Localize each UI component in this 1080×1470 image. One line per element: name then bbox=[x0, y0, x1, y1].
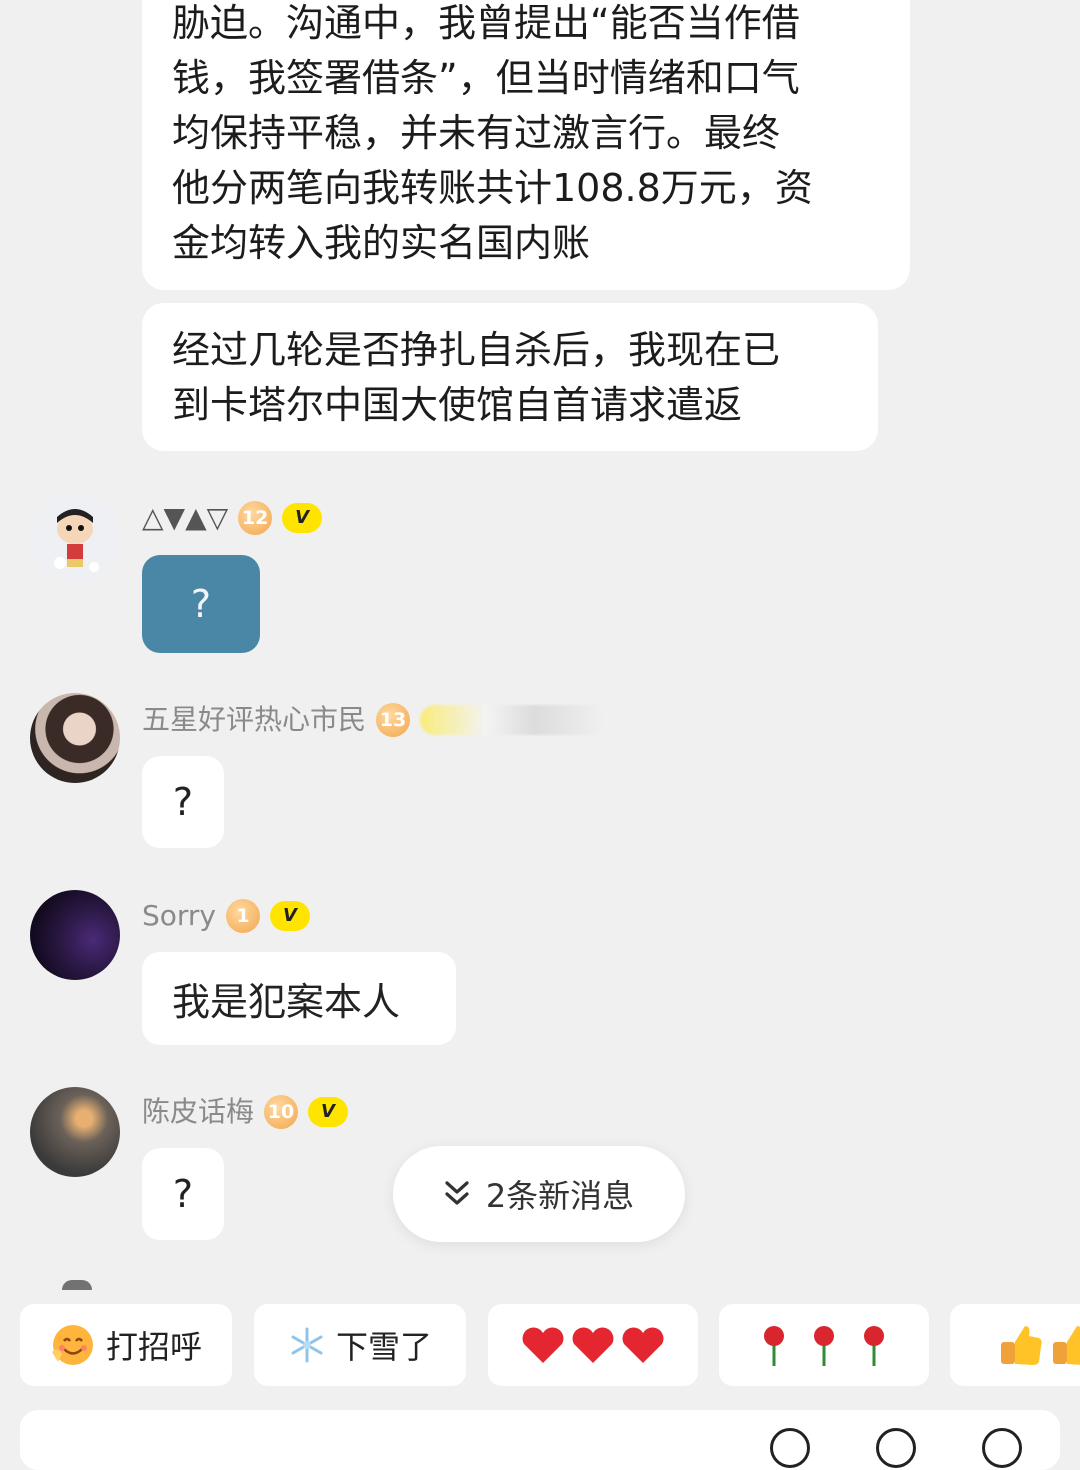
snowflake-emoji-icon bbox=[291, 1327, 323, 1363]
avatar[interactable] bbox=[30, 890, 120, 980]
level-badge: 12 bbox=[238, 501, 273, 535]
avatar[interactable] bbox=[30, 1087, 120, 1177]
level-badge: 10 bbox=[264, 1095, 299, 1129]
new-messages-button[interactable]: 2条新消息 bbox=[393, 1146, 685, 1242]
username[interactable]: △▼▲▽ bbox=[142, 498, 228, 538]
quick-reply-hearts[interactable] bbox=[488, 1304, 698, 1386]
chat-area[interactable]: 胁迫。沟通中，我曾提出“能否当作借 钱，我签署借条”，但当时情绪和口气 均保持平… bbox=[0, 0, 1080, 1290]
hearts-emoji-icon bbox=[522, 1327, 664, 1363]
message-line: 经过几轮是否挣扎自杀后，我现在已 bbox=[172, 328, 781, 372]
add-icon[interactable] bbox=[982, 1428, 1022, 1468]
quick-reply-label: 打招呼 bbox=[105, 1328, 202, 1366]
new-messages-label: 2条新消息 bbox=[485, 1177, 635, 1215]
username[interactable]: 五星好评热心市民 bbox=[142, 700, 366, 740]
vip-badge: V bbox=[308, 1097, 349, 1127]
message-line: 胁迫。沟通中，我曾提出“能否当作借 bbox=[172, 1, 800, 45]
blurred-badge bbox=[420, 705, 611, 735]
quick-reply-greet[interactable]: 打招呼 bbox=[20, 1304, 232, 1386]
quick-reply-roses[interactable] bbox=[719, 1304, 929, 1386]
username[interactable]: Sorry bbox=[142, 896, 216, 936]
cartoon-boy-avatar-icon bbox=[30, 493, 120, 583]
rose-emoji-icon bbox=[764, 1326, 884, 1366]
message-line: 他分两笔向我转账共计108.8万元，资 bbox=[172, 166, 813, 210]
emoji-icon[interactable] bbox=[876, 1428, 916, 1468]
username-row: △▼▲▽ 12 V bbox=[142, 498, 323, 538]
double-chevron-down-icon bbox=[445, 1181, 469, 1205]
message-bubble[interactable]: ? bbox=[142, 756, 224, 848]
username-row: Sorry 1 V bbox=[142, 896, 311, 936]
message-bubble[interactable]: ? bbox=[142, 555, 260, 653]
username-row: 陈皮话梅 10 V bbox=[142, 1092, 349, 1132]
message-line: 钱，我签署借条”，但当时情绪和口气 bbox=[172, 56, 800, 100]
vip-badge: V bbox=[282, 503, 323, 533]
username-row: 五星好评热心市民 13 bbox=[142, 700, 611, 740]
message-bubble[interactable]: ? bbox=[142, 1148, 224, 1240]
quick-reply-thumbs[interactable] bbox=[950, 1304, 1080, 1386]
quick-reply-snow[interactable]: 下雪了 bbox=[254, 1304, 466, 1386]
smile-emoji-icon bbox=[51, 1325, 93, 1365]
username[interactable]: 陈皮话梅 bbox=[142, 1092, 254, 1132]
avatar-partial bbox=[62, 1280, 92, 1290]
message-bubble[interactable]: 我是犯案本人 bbox=[142, 952, 456, 1045]
message-line: 金均转入我的实名国内账 bbox=[172, 221, 591, 265]
voice-icon[interactable] bbox=[770, 1428, 810, 1468]
level-badge: 13 bbox=[376, 703, 411, 737]
avatar[interactable] bbox=[30, 493, 120, 583]
thumbs-up-emoji-icon bbox=[1001, 1326, 1080, 1365]
message-bubble[interactable]: 胁迫。沟通中，我曾提出“能否当作借 钱，我签署借条”，但当时情绪和口气 均保持平… bbox=[142, 0, 910, 290]
message-line: 到卡塔尔中国大使馆自首请求遣返 bbox=[172, 383, 743, 427]
message-bubble[interactable]: 经过几轮是否挣扎自杀后，我现在已 到卡塔尔中国大使馆自首请求遣返 bbox=[142, 303, 878, 451]
quick-reply-bar[interactable]: 打招呼 下雪了 bbox=[0, 1304, 1080, 1386]
message-line: 均保持平稳，并未有过激言行。最终 bbox=[172, 111, 781, 155]
quick-reply-label: 下雪了 bbox=[335, 1328, 432, 1366]
level-badge: 1 bbox=[226, 899, 261, 933]
vip-badge: V bbox=[270, 901, 311, 931]
avatar[interactable] bbox=[30, 693, 120, 783]
